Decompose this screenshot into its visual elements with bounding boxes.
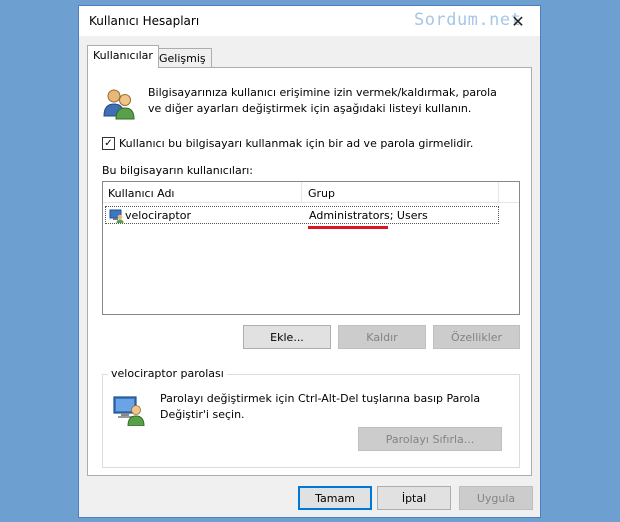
require-password-label: Kullanıcı bu bilgisayarı kullanmak için … — [119, 137, 474, 150]
users-listview[interactable]: Kullanıcı Adı Grup velociraptor Administ… — [102, 181, 520, 315]
column-divider[interactable] — [301, 182, 302, 202]
tab-advanced[interactable]: Gelişmiş — [153, 48, 212, 67]
users-list-label: Bu bilgisayarın kullanıcıları: — [102, 164, 253, 177]
password-instructions: Parolayı değiştirmek için Ctrl-Alt-Del t… — [160, 392, 481, 421]
properties-button-label: Özellikler — [450, 330, 503, 344]
remove-button-label: Kaldır — [366, 330, 398, 344]
column-header-username[interactable]: Kullanıcı Adı — [108, 187, 175, 200]
apply-button-label: Uygula — [476, 491, 516, 505]
row-group: Administrators; Users — [309, 209, 428, 222]
cancel-button[interactable]: İptal — [377, 486, 451, 510]
require-password-option[interactable]: ✓ Kullanıcı bu bilgisayarı kullanmak içi… — [102, 137, 473, 150]
highlight-underline — [308, 226, 388, 229]
close-button[interactable]: ✕ — [496, 6, 540, 36]
intro-text: Bilgisayarınıza kullanıcı erişimine izin… — [148, 86, 497, 115]
reset-password-button[interactable]: Parolayı Sıfırla... — [358, 427, 502, 451]
row-username: velociraptor — [125, 209, 191, 222]
add-button-label: Ekle... — [270, 330, 304, 344]
users-tab-panel: Bilgisayarınıza kullanıcı erişimine izin… — [87, 67, 532, 476]
password-group-title: velociraptor parolası — [108, 367, 227, 380]
cancel-button-label: İptal — [401, 491, 427, 505]
user-accounts-window: Kullanıcı Hesapları Sordum.net ✕ Kullanı… — [78, 5, 541, 518]
listview-header: Kullanıcı Adı Grup — [103, 182, 519, 203]
column-divider[interactable] — [498, 182, 499, 202]
close-icon: ✕ — [511, 11, 525, 31]
reset-password-button-label: Parolayı Sıfırla... — [385, 432, 475, 446]
user-icon — [109, 209, 124, 223]
require-password-checkbox[interactable]: ✓ — [102, 137, 115, 150]
column-header-group[interactable]: Grup — [308, 187, 335, 200]
ok-button-label: Tamam — [315, 491, 355, 505]
remove-button[interactable]: Kaldır — [338, 325, 426, 349]
title-bar[interactable]: Kullanıcı Hesapları Sordum.net ✕ — [79, 6, 540, 36]
table-row[interactable]: velociraptor Administrators; Users — [105, 206, 499, 224]
users-icon — [103, 89, 135, 120]
add-button[interactable]: Ekle... — [243, 325, 331, 349]
window-title: Kullanıcı Hesapları — [89, 14, 200, 28]
ok-button[interactable]: Tamam — [298, 486, 372, 510]
properties-button[interactable]: Özellikler — [433, 325, 520, 349]
tab-users[interactable]: Kullanıcılar — [87, 45, 159, 68]
apply-button[interactable]: Uygula — [459, 486, 533, 510]
computer-user-icon — [113, 396, 145, 426]
